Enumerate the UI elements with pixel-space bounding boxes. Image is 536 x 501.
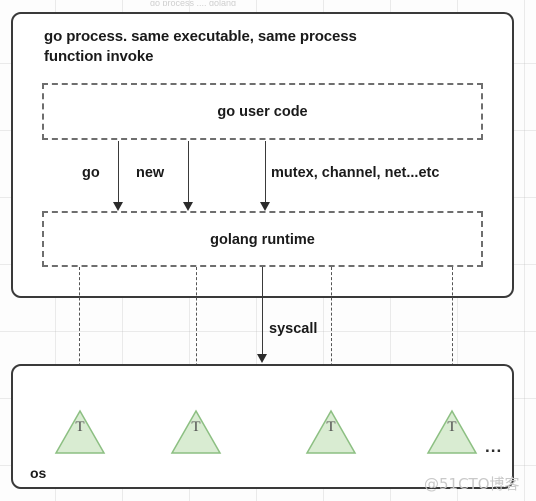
go-user-code-label: go user code	[217, 104, 308, 120]
edge-label-mutex-channel-net: mutex, channel, net...etc	[271, 165, 440, 181]
edge-label-go: go	[82, 165, 100, 181]
go-user-code-box: go user code	[42, 83, 483, 140]
os-threads-ellipsis: ...	[485, 437, 503, 456]
os-thread-4: T	[426, 409, 478, 455]
golang-runtime-label: golang runtime	[210, 232, 315, 248]
go-process-caption-line1: go process. same executable, same proces…	[44, 28, 357, 45]
golang-runtime-box: golang runtime	[42, 211, 483, 267]
os-thread-3-letter: T	[326, 419, 336, 435]
arrow-mutex-channel-net	[265, 141, 266, 203]
watermark: @51CTO博客	[424, 475, 520, 493]
arrow-new	[188, 141, 189, 203]
arrow-new-head	[182, 202, 193, 211]
arrow-go-head	[112, 202, 123, 211]
os-thread-2-letter: T	[191, 419, 201, 435]
edge-label-new: new	[136, 165, 165, 181]
arrow-syscall	[262, 267, 263, 355]
os-thread-1: T	[54, 409, 106, 455]
diagram-canvas: go process .... golang go process. same …	[0, 0, 536, 501]
arrow-syscall-head	[256, 354, 267, 363]
edge-label-syscall: syscall	[269, 321, 318, 337]
os-thread-3: T	[305, 409, 357, 455]
os-thread-4-letter: T	[447, 419, 457, 435]
arrow-go	[118, 141, 119, 203]
os-label: os	[30, 465, 47, 481]
os-thread-2: T	[170, 409, 222, 455]
os-thread-1-letter: T	[75, 419, 85, 435]
go-process-caption-line2: function invoke	[44, 48, 154, 65]
top-cropped-text: go process .... golang	[150, 0, 237, 6]
arrow-mutex-channel-net-head	[259, 202, 270, 211]
